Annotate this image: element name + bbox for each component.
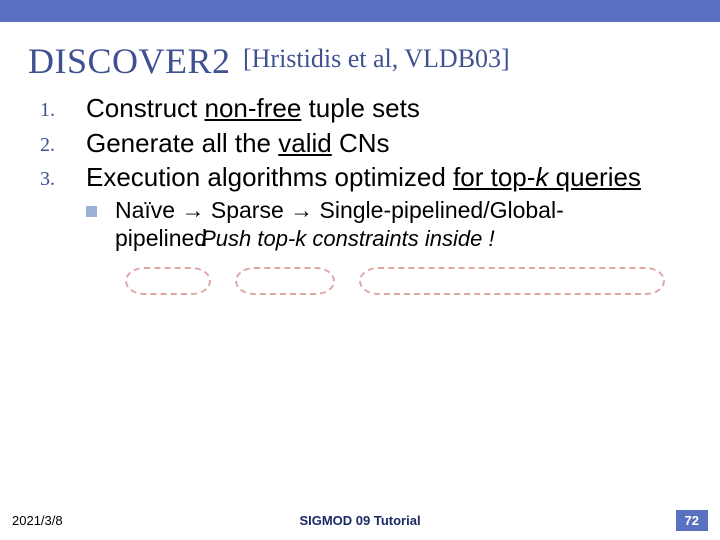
- footer-title: SIGMOD 09 Tutorial: [299, 513, 420, 528]
- list-item: 2. Generate all the valid CNs: [40, 127, 690, 160]
- sub-bullet-text: Naïve → Sparse → Single-pipelined/Global…: [115, 196, 564, 254]
- square-bullet-icon: [86, 206, 97, 217]
- annotation-text: Push top-k constraints inside !: [201, 226, 494, 251]
- numbered-list: 1. Construct non-free tuple sets 2. Gene…: [40, 92, 690, 194]
- page-number: 72: [676, 510, 708, 531]
- annotation-overlay: [111, 267, 671, 301]
- header-bar: [0, 0, 720, 22]
- item-number: 3.: [40, 161, 86, 192]
- sub-bullet-row: Naïve → Sparse → Single-pipelined/Global…: [86, 196, 690, 254]
- item-text: Execution algorithms optimized for top-k…: [86, 161, 690, 194]
- dashed-oval-icon: [359, 267, 665, 295]
- slide-body: 1. Construct non-free tuple sets 2. Gene…: [40, 92, 690, 253]
- title-main: DISCOVER2: [28, 41, 231, 81]
- item-number: 2.: [40, 127, 86, 158]
- dashed-oval-icon: [125, 267, 211, 295]
- item-text: Construct non-free tuple sets: [86, 92, 690, 125]
- dashed-oval-icon: [235, 267, 335, 295]
- item-number: 1.: [40, 92, 86, 123]
- title-citation: [Hristidis et al, VLDB03]: [243, 44, 510, 73]
- footer-date: 2021/3/8: [12, 513, 63, 528]
- item-text: Generate all the valid CNs: [86, 127, 690, 160]
- list-item: 3. Execution algorithms optimized for to…: [40, 161, 690, 194]
- slide-title: DISCOVER2 [Hristidis et al, VLDB03]: [28, 40, 720, 82]
- list-item: 1. Construct non-free tuple sets: [40, 92, 690, 125]
